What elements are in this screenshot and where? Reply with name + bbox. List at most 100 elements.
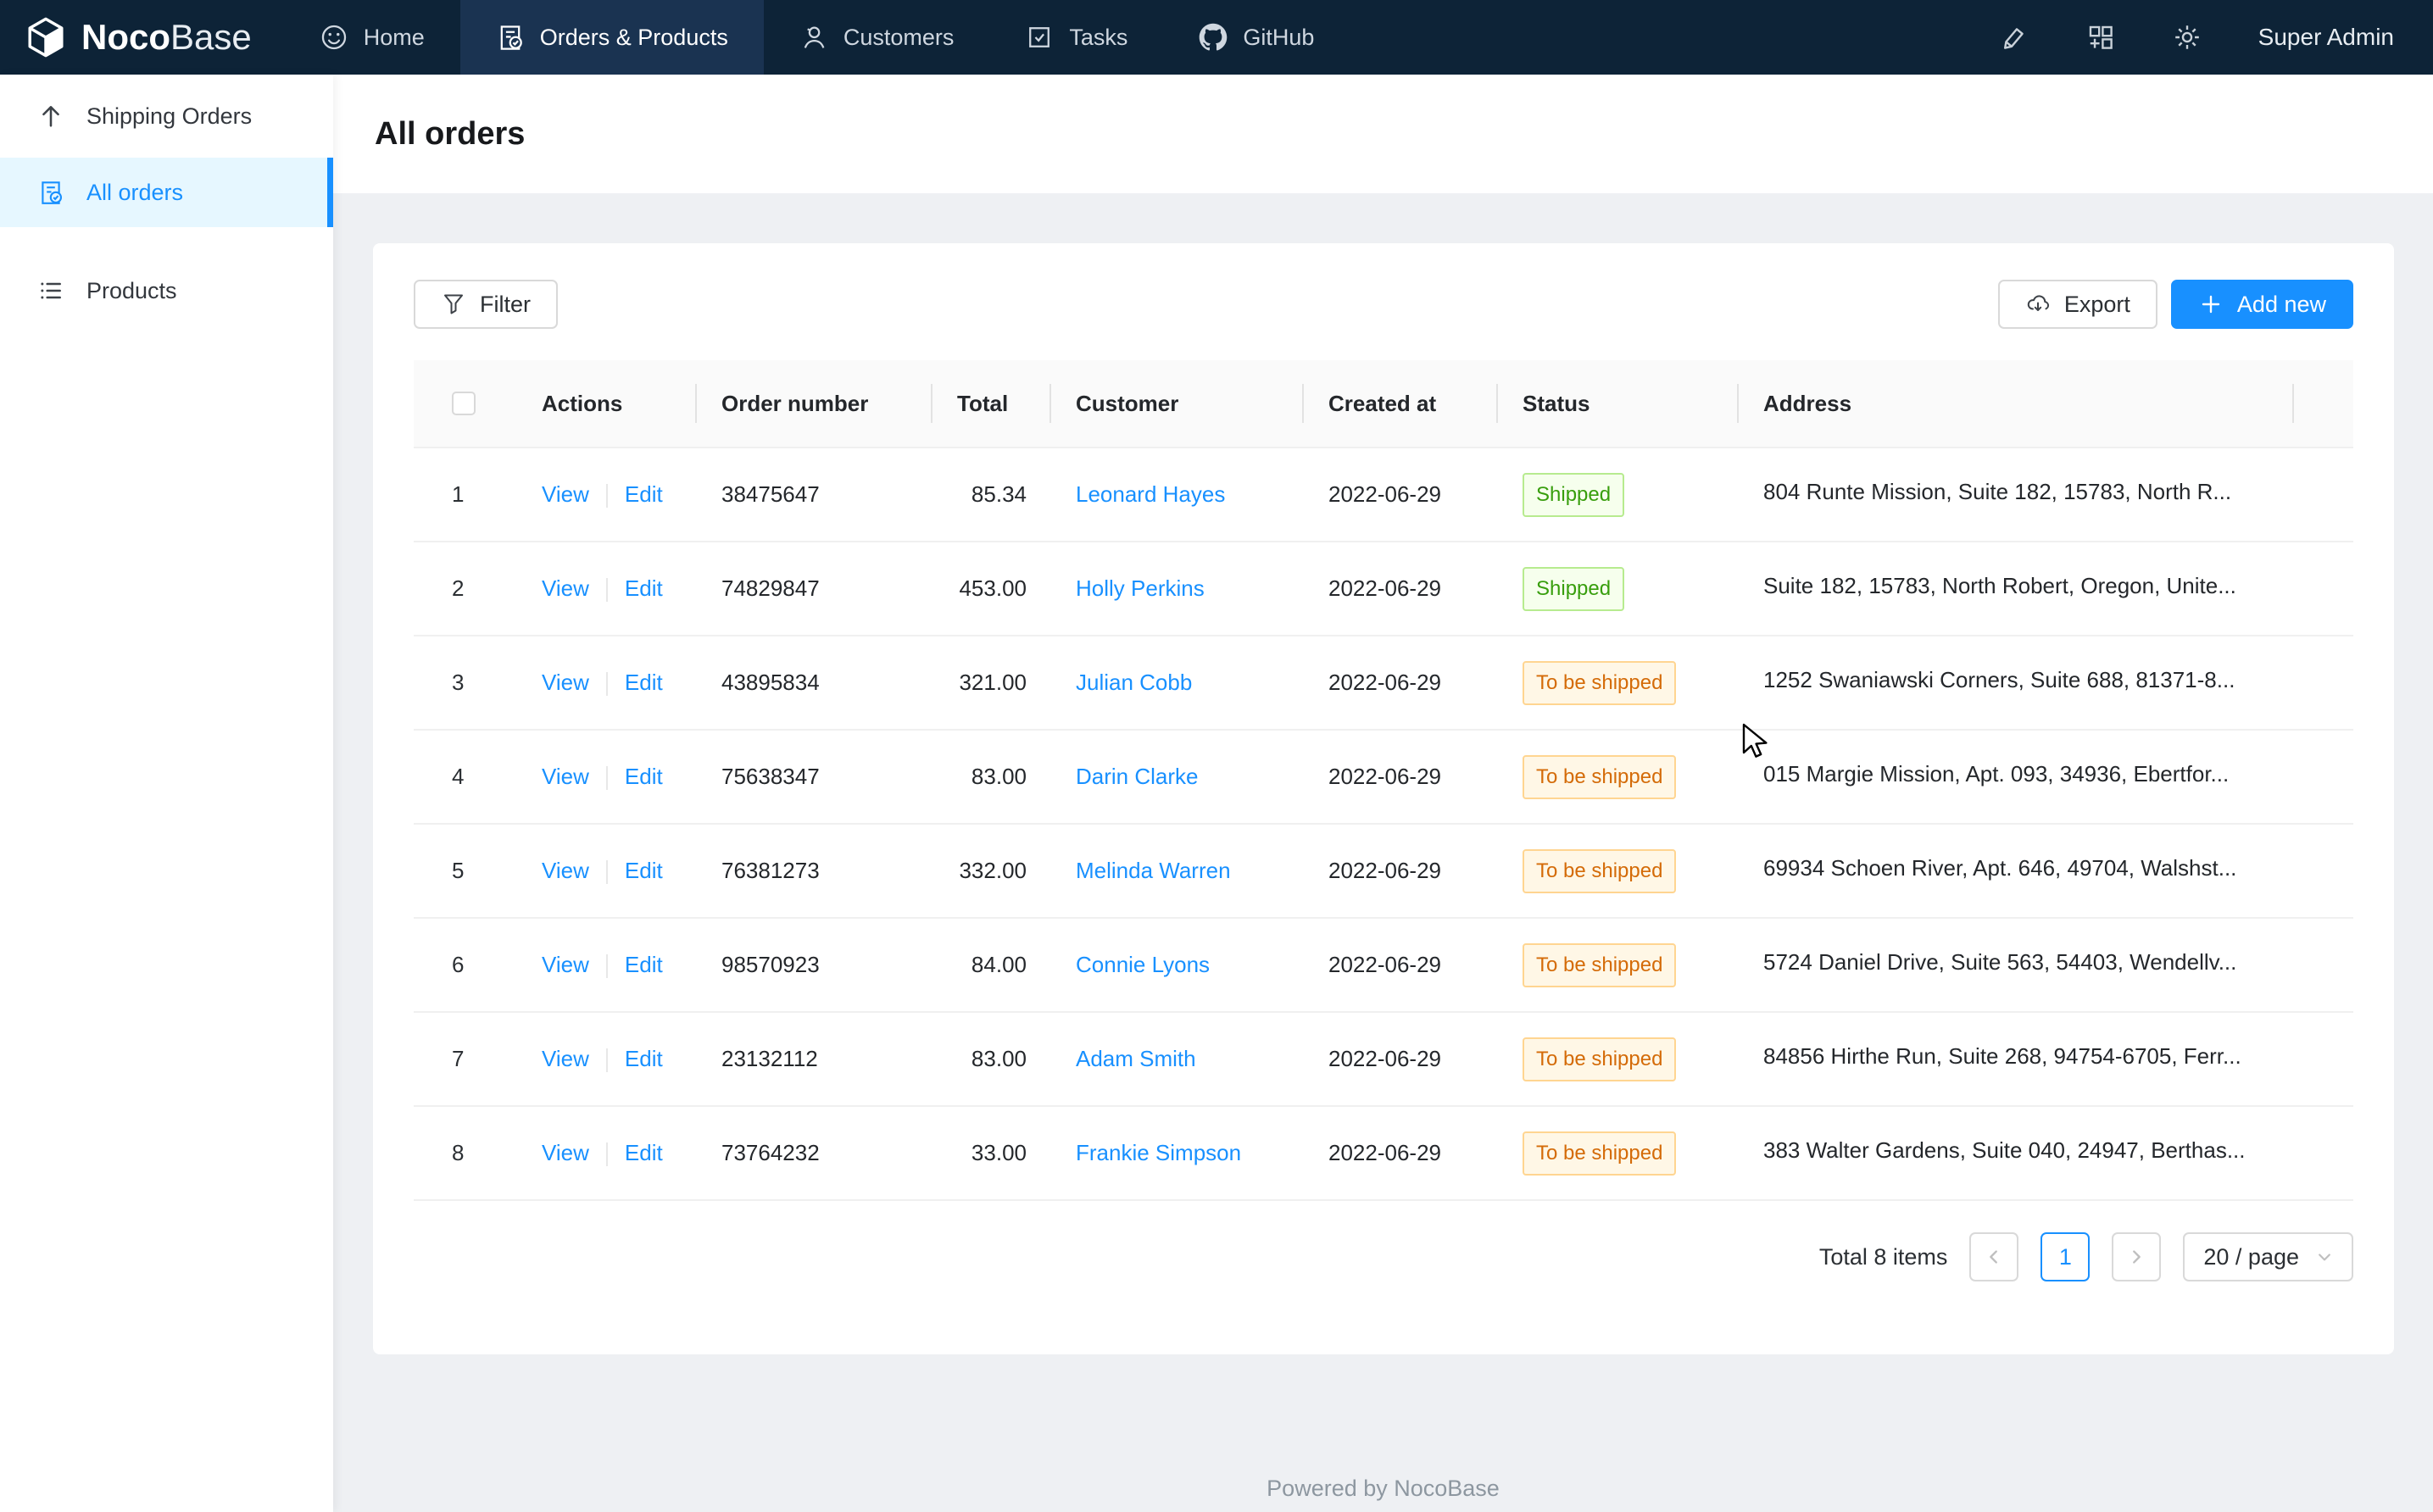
edit-link[interactable]: Edit (625, 764, 663, 789)
edit-link[interactable]: Edit (625, 858, 663, 883)
highlighter-icon[interactable] (1999, 22, 2029, 53)
filter-button[interactable]: Filter (414, 280, 558, 329)
orders-table: Actions Order number Total Customer Crea… (414, 360, 2353, 1201)
address-text: 84856 Hirthe Run, Suite 268, 94754-6705,… (1763, 1043, 2241, 1070)
address-text: 5724 Daniel Drive, Suite 563, 54403, Wen… (1763, 949, 2236, 976)
order-total: 453.00 (959, 575, 1027, 601)
add-new-button[interactable]: Add new (2171, 280, 2353, 329)
address-text: 015 Margie Mission, Apt. 093, 34936, Ebe… (1763, 761, 2229, 787)
edit-link[interactable]: Edit (625, 1046, 663, 1071)
view-link[interactable]: View (542, 670, 589, 695)
select-all-checkbox[interactable] (452, 392, 476, 415)
appstore-add-icon[interactable] (2085, 22, 2116, 53)
row-index: 4 (452, 764, 464, 789)
customer-link[interactable]: Connie Lyons (1076, 952, 1210, 977)
order-number: 98570923 (721, 952, 820, 977)
pagination-total: Total 8 items (1819, 1244, 1948, 1270)
nav-item-home[interactable]: Home (284, 0, 460, 75)
chevron-right-icon (2127, 1248, 2146, 1266)
edit-link[interactable]: Edit (625, 575, 663, 601)
view-link[interactable]: View (542, 481, 589, 507)
order-total: 84.00 (972, 952, 1027, 977)
next-page-button[interactable] (2112, 1232, 2161, 1281)
order-number: 73764232 (721, 1140, 820, 1165)
page-size-select[interactable]: 20 / page (2183, 1232, 2353, 1281)
table-row: 5 ViewEdit 76381273 332.00 Melinda Warre… (414, 824, 2353, 918)
nav-item-label: Orders & Products (540, 25, 728, 51)
user-menu[interactable]: Super Admin (2258, 24, 2394, 51)
action-divider (606, 954, 608, 978)
sidebar-item-shipping-orders[interactable]: Shipping Orders (0, 81, 333, 151)
column-header-customer: Customer (1051, 360, 1304, 447)
view-link[interactable]: View (542, 1140, 589, 1165)
view-link[interactable]: View (542, 858, 589, 883)
status-badge: Shipped (1523, 567, 1624, 611)
view-link[interactable]: View (542, 1046, 589, 1071)
column-header-order-number: Order number (697, 360, 933, 447)
sidebar-item-label: All orders (86, 180, 183, 206)
created-at: 2022-06-29 (1328, 670, 1441, 695)
order-total: 33.00 (972, 1140, 1027, 1165)
action-divider (606, 1048, 608, 1072)
export-button[interactable]: Export (1998, 280, 2157, 329)
view-link[interactable]: View (542, 575, 589, 601)
plus-icon (2198, 292, 2224, 317)
table-row: 1 ViewEdit 38475647 85.34 Leonard Hayes … (414, 447, 2353, 542)
table-row: 2 ViewEdit 74829847 453.00 Holly Perkins… (414, 542, 2353, 636)
edit-link[interactable]: Edit (625, 952, 663, 977)
customer-link[interactable]: Holly Perkins (1076, 575, 1205, 601)
page-header: All orders (333, 75, 2433, 193)
address-text: 383 Walter Gardens, Suite 040, 24947, Be… (1763, 1137, 2245, 1164)
order-total: 83.00 (972, 764, 1027, 789)
row-index: 1 (452, 481, 464, 507)
created-at: 2022-06-29 (1328, 764, 1441, 789)
created-at: 2022-06-29 (1328, 575, 1441, 601)
order-number: 23132112 (721, 1046, 818, 1071)
sidebar-item-products[interactable]: Products (0, 256, 333, 325)
edit-link[interactable]: Edit (625, 481, 663, 507)
action-divider (606, 766, 608, 790)
nocobase-cube-icon (24, 15, 68, 59)
nav-item-label: GitHub (1243, 25, 1314, 51)
table-row: 4 ViewEdit 75638347 83.00 Darin Clarke 2… (414, 730, 2353, 824)
edit-link[interactable]: Edit (625, 1140, 663, 1165)
gear-icon[interactable] (2172, 22, 2202, 53)
status-badge: To be shipped (1523, 1037, 1676, 1081)
edit-link[interactable]: Edit (625, 670, 663, 695)
table-row: 3 ViewEdit 43895834 321.00 Julian Cobb 2… (414, 636, 2353, 730)
table-row: 7 ViewEdit 23132112 83.00 Adam Smith 202… (414, 1012, 2353, 1106)
order-total: 321.00 (959, 670, 1027, 695)
customer-link[interactable]: Julian Cobb (1076, 670, 1192, 695)
nav-item-orders-products[interactable]: Orders & Products (460, 0, 764, 75)
nav-item-tasks[interactable]: Tasks (989, 0, 1163, 75)
customer-link[interactable]: Adam Smith (1076, 1046, 1196, 1071)
customer-link[interactable]: Darin Clarke (1076, 764, 1199, 789)
row-index: 8 (452, 1140, 464, 1165)
cloud-download-icon (2025, 292, 2051, 317)
row-index: 3 (452, 670, 464, 695)
customer-link[interactable]: Leonard Hayes (1076, 481, 1225, 507)
created-at: 2022-06-29 (1328, 1140, 1441, 1165)
smiley-icon (320, 23, 348, 52)
sidebar-item-all-orders[interactable]: All orders (0, 158, 333, 227)
view-link[interactable]: View (542, 952, 589, 977)
action-divider (606, 860, 608, 884)
created-at: 2022-06-29 (1328, 858, 1441, 883)
file-done-icon (496, 23, 525, 52)
powered-by-footer: Powered by NocoBase (333, 1476, 2433, 1502)
unordered-list-icon (37, 277, 64, 304)
nav-item-customers[interactable]: Customers (764, 0, 990, 75)
customer-link[interactable]: Frankie Simpson (1076, 1140, 1241, 1165)
action-divider (606, 1142, 608, 1166)
nocobase-logo[interactable]: NocoBase (0, 0, 284, 75)
nav-item-github[interactable]: GitHub (1163, 0, 1350, 75)
row-index: 7 (452, 1046, 464, 1071)
status-badge: To be shipped (1523, 849, 1676, 893)
view-link[interactable]: View (542, 764, 589, 789)
customer-link[interactable]: Melinda Warren (1076, 858, 1231, 883)
page-title: All orders (375, 116, 525, 153)
page-number-button[interactable]: 1 (2040, 1232, 2090, 1281)
address-text: 1252 Swaniawski Corners, Suite 688, 8137… (1763, 667, 2235, 693)
created-at: 2022-06-29 (1328, 481, 1441, 507)
previous-page-button[interactable] (1969, 1232, 2018, 1281)
